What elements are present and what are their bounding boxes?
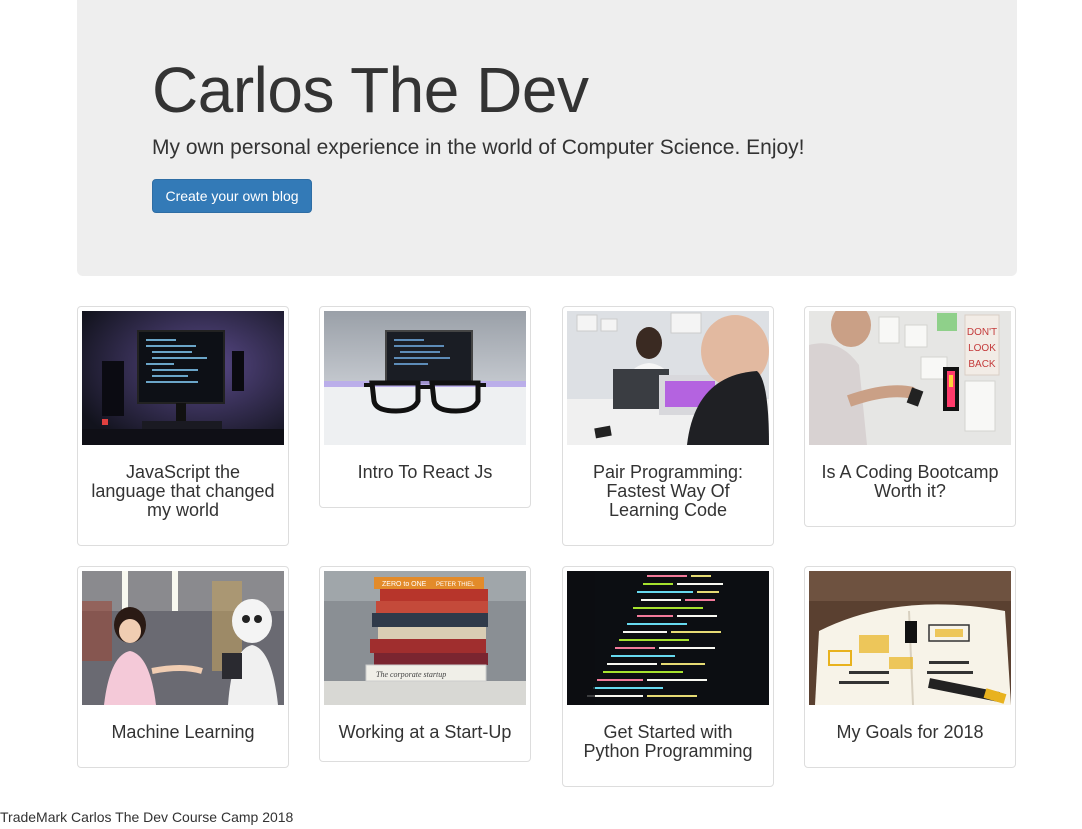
svg-text:The corporate startup: The corporate startup [376, 670, 446, 679]
man-with-phone-at-wall-photo: DON'T LOOK BACK [809, 311, 1011, 445]
card-title[interactable]: Get Started with Python Programming [567, 705, 769, 771]
blog-card[interactable]: Get Started with Python Programming [562, 566, 774, 787]
girl-with-robot-photo [82, 571, 284, 705]
site-tagline: My own personal experience in the world … [152, 136, 805, 159]
svg-text:BACK: BACK [968, 359, 996, 370]
card-title[interactable]: My Goals for 2018 [809, 705, 1011, 752]
stack-of-books-photo: ZERO to ONE PETER THIEL The corporate st… [324, 571, 526, 705]
blog-card[interactable]: ZERO to ONE PETER THIEL The corporate st… [319, 566, 531, 762]
card-title[interactable]: Working at a Start-Up [324, 705, 526, 752]
blog-card[interactable]: Intro To React Js [319, 306, 531, 508]
card-title[interactable]: Pair Programming: Fastest Way Of Learnin… [567, 445, 769, 530]
blog-card[interactable]: DON'T LOOK BACK Is A Coding Bootcamp Wor… [804, 306, 1016, 527]
blog-card[interactable]: Pair Programming: Fastest Way Of Learnin… [562, 306, 774, 546]
card-title[interactable]: Machine Learning [82, 705, 284, 752]
card-title[interactable]: JavaScript the language that changed my … [82, 445, 284, 530]
card-title[interactable]: Is A Coding Bootcamp Worth it? [809, 445, 1011, 511]
two-people-at-laptops-photo [567, 311, 769, 445]
card-title[interactable]: Intro To React Js [324, 445, 526, 492]
blog-card[interactable]: Machine Learning [77, 566, 289, 768]
hero-jumbotron: Carlos The Dev My own personal experienc… [77, 0, 1017, 276]
create-blog-button[interactable]: Create your own blog [152, 179, 312, 213]
monitor-with-code-photo [82, 311, 284, 445]
poster-text: DON'T [967, 327, 997, 338]
footer-text: TradeMark Carlos The Dev Course Camp 201… [0, 809, 294, 825]
notebook-sketch-photo [809, 571, 1011, 705]
book-spine-text: ZERO to ONE [382, 581, 427, 588]
svg-text:LOOK: LOOK [968, 343, 996, 354]
svg-text:PETER THIEL: PETER THIEL [436, 582, 475, 588]
glasses-in-front-of-laptop-photo [324, 311, 526, 445]
code-on-screen-photo [567, 571, 769, 705]
blog-card[interactable]: My Goals for 2018 [804, 566, 1016, 768]
site-title: Carlos The Dev [152, 54, 589, 126]
blog-card[interactable]: JavaScript the language that changed my … [77, 306, 289, 546]
